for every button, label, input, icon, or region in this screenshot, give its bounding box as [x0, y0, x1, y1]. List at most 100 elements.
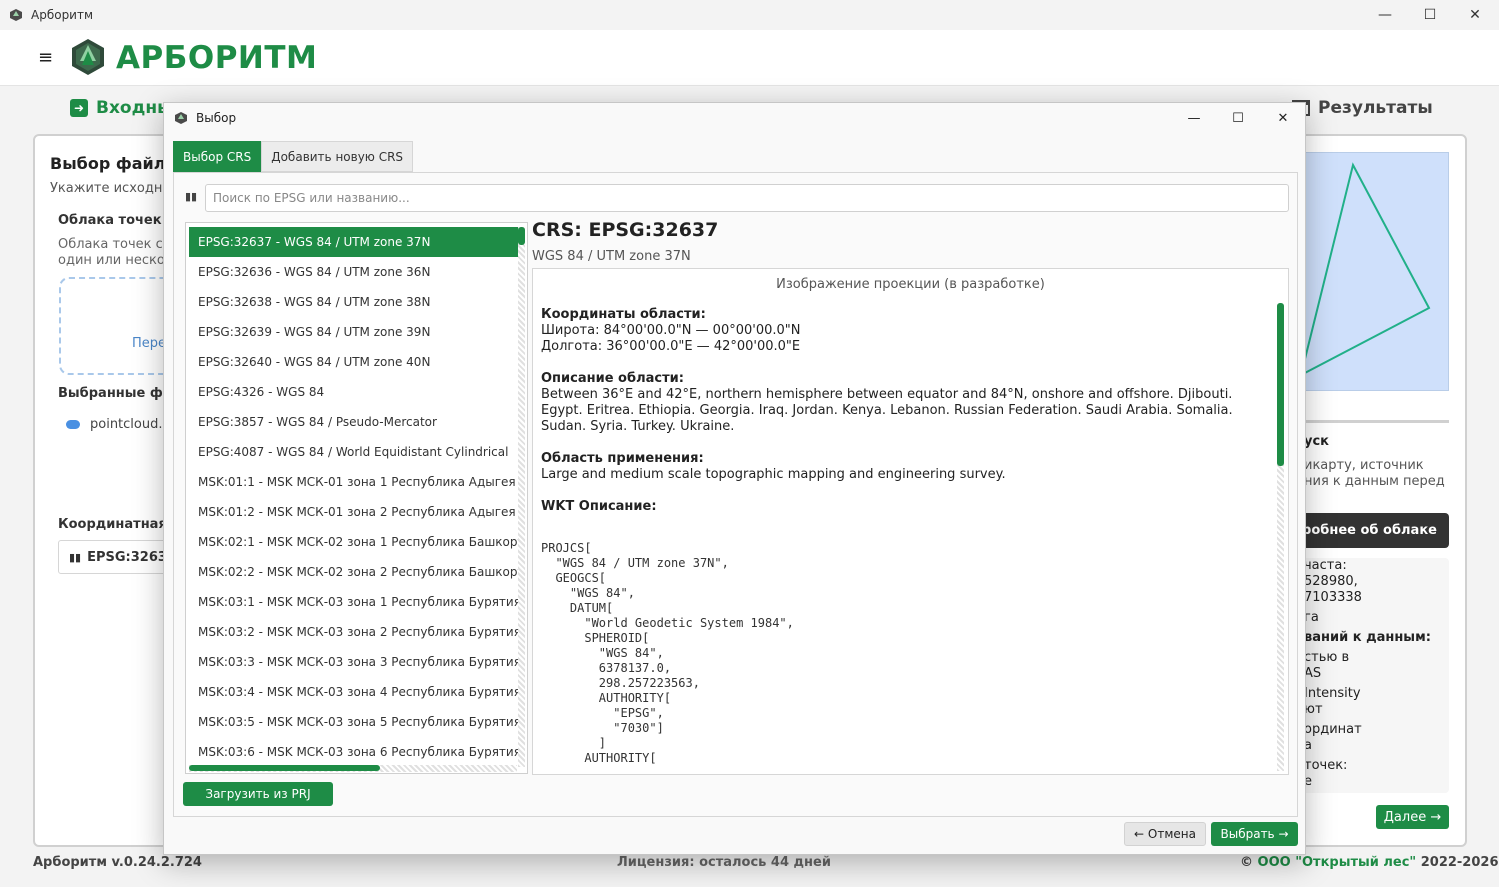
area-description: Between 36°E and 42°E, northern hemisphe… [541, 387, 1233, 434]
crs-dialog: Выбор — ☐ ✕ Выбор CRS Добавить новую CRS… [163, 102, 1306, 855]
app-version: Арборитм v.0.24.2.724 [33, 855, 202, 870]
company-link[interactable]: ООО "Открытый лес" [1258, 855, 1417, 870]
clouds-desc-2: один или неско [58, 253, 165, 268]
dialog-body: ▮▮ EPSG:32637 - WGS 84 / UTM zone 37NEPS… [173, 172, 1298, 817]
info-line: стью в [1304, 650, 1350, 665]
tab-add-crs[interactable]: Добавить новую CRS [261, 141, 414, 172]
divider [1300, 420, 1449, 423]
crs-list-item[interactable]: MSK:03:5 - MSK МСК-03 зона 5 Республика … [189, 707, 519, 737]
crs-list-item[interactable]: EPSG:4087 - WGS 84 / World Equidistant C… [189, 437, 519, 467]
info-line: ординат [1304, 722, 1362, 737]
copyright-years: 2022-2026 [1420, 855, 1499, 870]
scope-label: Область применения: [541, 451, 704, 466]
right-text-1: икарту, источник [1304, 458, 1424, 473]
crs-list-item[interactable]: EPSG:32637 - WGS 84 / UTM zone 37N [189, 227, 519, 257]
license-status: Лицензия: осталось 44 дней [617, 855, 831, 870]
file-item[interactable]: pointcloud.l [66, 417, 166, 432]
dialog-title: Выбор [196, 111, 237, 125]
select-button[interactable]: Выбрать → [1211, 822, 1298, 846]
right-heading: уск [1304, 434, 1330, 449]
crs-list-item[interactable]: EPSG:32636 - WGS 84 / UTM zone 36N [189, 257, 519, 287]
step-results-label: Результаты [1318, 98, 1433, 118]
maximize-icon[interactable]: ☐ [1407, 0, 1453, 30]
section-desc: Укажите исходны [50, 181, 173, 196]
crs-subtitle: WGS 84 / UTM zone 37N [532, 249, 691, 264]
clouds-label: Облака точек (L [58, 213, 181, 228]
menu-icon[interactable]: ≡ [38, 49, 53, 67]
map-icon: ▮▮ [185, 190, 198, 203]
crs-list-item[interactable]: MSK:03:2 - MSK МСК-03 зона 2 Республика … [189, 617, 519, 647]
info-line: AS [1304, 666, 1322, 681]
info-line: га [1304, 610, 1319, 625]
cloud-icon [66, 420, 80, 429]
list-vertical-scrollbar[interactable] [518, 227, 525, 767]
crs-list-item[interactable]: EPSG:4326 - WGS 84 [189, 377, 519, 407]
crs-detail-panel: Изображение проекции (в разработке) Коор… [532, 268, 1289, 775]
app-header: ≡ АРБОРИТМ [0, 30, 1499, 86]
input-step-icon: ➜ [70, 99, 88, 117]
crs-list-item[interactable]: MSK:03:4 - MSK МСК-03 зона 4 Республика … [189, 677, 519, 707]
dialog-logo-icon [175, 112, 187, 124]
next-button[interactable]: Далее → [1376, 805, 1449, 829]
crs-list-item[interactable]: MSK:03:3 - MSK МСК-03 зона 3 Республика … [189, 647, 519, 677]
list-horizontal-scroll-thumb[interactable] [189, 765, 380, 771]
crs-field[interactable]: ▮▮ EPSG:32637 [58, 540, 178, 574]
os-window-title: Арборитм [31, 8, 94, 22]
tab-select-crs[interactable]: Выбор CRS [173, 141, 262, 172]
crs-list-item[interactable]: MSK:02:2 - MSK МСК-02 зона 2 Республика … [189, 557, 519, 587]
info-line: Intensity [1304, 686, 1361, 701]
crs-list-item[interactable]: MSK:03:6 - MSK МСК-03 зона 6 Республика … [189, 737, 519, 767]
minimize-icon[interactable]: — [1362, 0, 1408, 30]
info-line: ют [1304, 702, 1323, 717]
right-text-2: ния к данным перед [1304, 474, 1445, 489]
crs-list-item[interactable]: MSK:03:1 - MSK МСК-03 зона 1 Республика … [189, 587, 519, 617]
dialog-tabs: Выбор CRS Добавить новую CRS [173, 141, 414, 172]
copyright-sign: © [1240, 855, 1253, 870]
crs-list-item[interactable]: EPSG:32640 - WGS 84 / UTM zone 40N [189, 347, 519, 377]
detail-scroll-thumb[interactable] [1277, 303, 1284, 466]
crs-details: Координаты области: Широта: 84°00'00.0"N… [541, 307, 1263, 515]
crs-list-item[interactable]: MSK:02:1 - MSK МСК-02 зона 1 Республика … [189, 527, 519, 557]
area-coords-label: Координаты области: [541, 307, 706, 322]
close-icon[interactable]: ✕ [1452, 0, 1498, 30]
info-line: ваний к данным: [1304, 630, 1431, 645]
clouds-desc-1: Облака точек со [58, 237, 171, 252]
crs-list-item[interactable]: EPSG:3857 - WGS 84 / Pseudo-Mercator [189, 407, 519, 437]
wkt-text: PROJCS[ "WGS 84 / UTM zone 37N", GEOGCS[… [541, 541, 794, 765]
info-line: точек: [1304, 758, 1348, 773]
dialog-minimize-icon[interactable]: — [1171, 103, 1217, 133]
dialog-close-icon[interactable]: ✕ [1260, 103, 1306, 133]
map-preview [1299, 152, 1449, 391]
app-logo-icon [72, 39, 104, 75]
drop-zone[interactable] [59, 277, 179, 375]
info-line: часта: [1304, 558, 1347, 573]
area-desc-label: Описание области: [541, 371, 684, 386]
app-title: АРБОРИТМ [116, 40, 318, 76]
step-results[interactable]: Результаты [1292, 98, 1433, 118]
projection-image-placeholder: Изображение проекции (в разработке) [776, 277, 1045, 292]
crs-search-input[interactable] [205, 184, 1289, 212]
crs-list-item[interactable]: EPSG:32638 - WGS 84 / UTM zone 38N [189, 287, 519, 317]
copyright: © ООО "Открытый лес" 2022-2026 [1240, 855, 1499, 870]
load-prj-button[interactable]: Загрузить из PRJ [183, 782, 333, 806]
crs-list-item[interactable]: MSK:01:2 - MSK МСК-01 зона 2 Республика … [189, 497, 519, 527]
crs-list-item[interactable]: EPSG:32639 - WGS 84 / UTM zone 39N [189, 317, 519, 347]
info-line: 528980, [1304, 574, 1358, 589]
wkt-label: WKT Описание: [541, 499, 657, 514]
drop-link[interactable]: Пере [132, 336, 166, 351]
cancel-button[interactable]: ← Отмена [1124, 822, 1206, 846]
file-name: pointcloud.l [90, 417, 167, 432]
os-title-bar: Арборитм [0, 0, 1499, 30]
scope-text: Large and medium scale topographic mappi… [541, 467, 1006, 482]
crs-list-item[interactable]: MSK:01:1 - MSK МСК-01 зона 1 Республика … [189, 467, 519, 497]
list-vertical-scroll-thumb[interactable] [518, 227, 525, 245]
latitude-range: Широта: 84°00'00.0"N — 00°00'00.0"N [541, 323, 801, 338]
dialog-maximize-icon[interactable]: ☐ [1215, 103, 1261, 133]
crs-label: Координатная с [58, 517, 180, 532]
crs-title: CRS: EPSG:32637 [532, 219, 719, 241]
map-icon: ▮▮ [69, 550, 82, 564]
dialog-title-bar: Выбор [164, 103, 1305, 133]
more-about-cloud-button[interactable]: робнее об облаке [1290, 513, 1449, 548]
info-line: 7103338 [1304, 590, 1362, 605]
longitude-range: Долгота: 36°00'00.0"E — 42°00'00.0"E [541, 339, 801, 354]
